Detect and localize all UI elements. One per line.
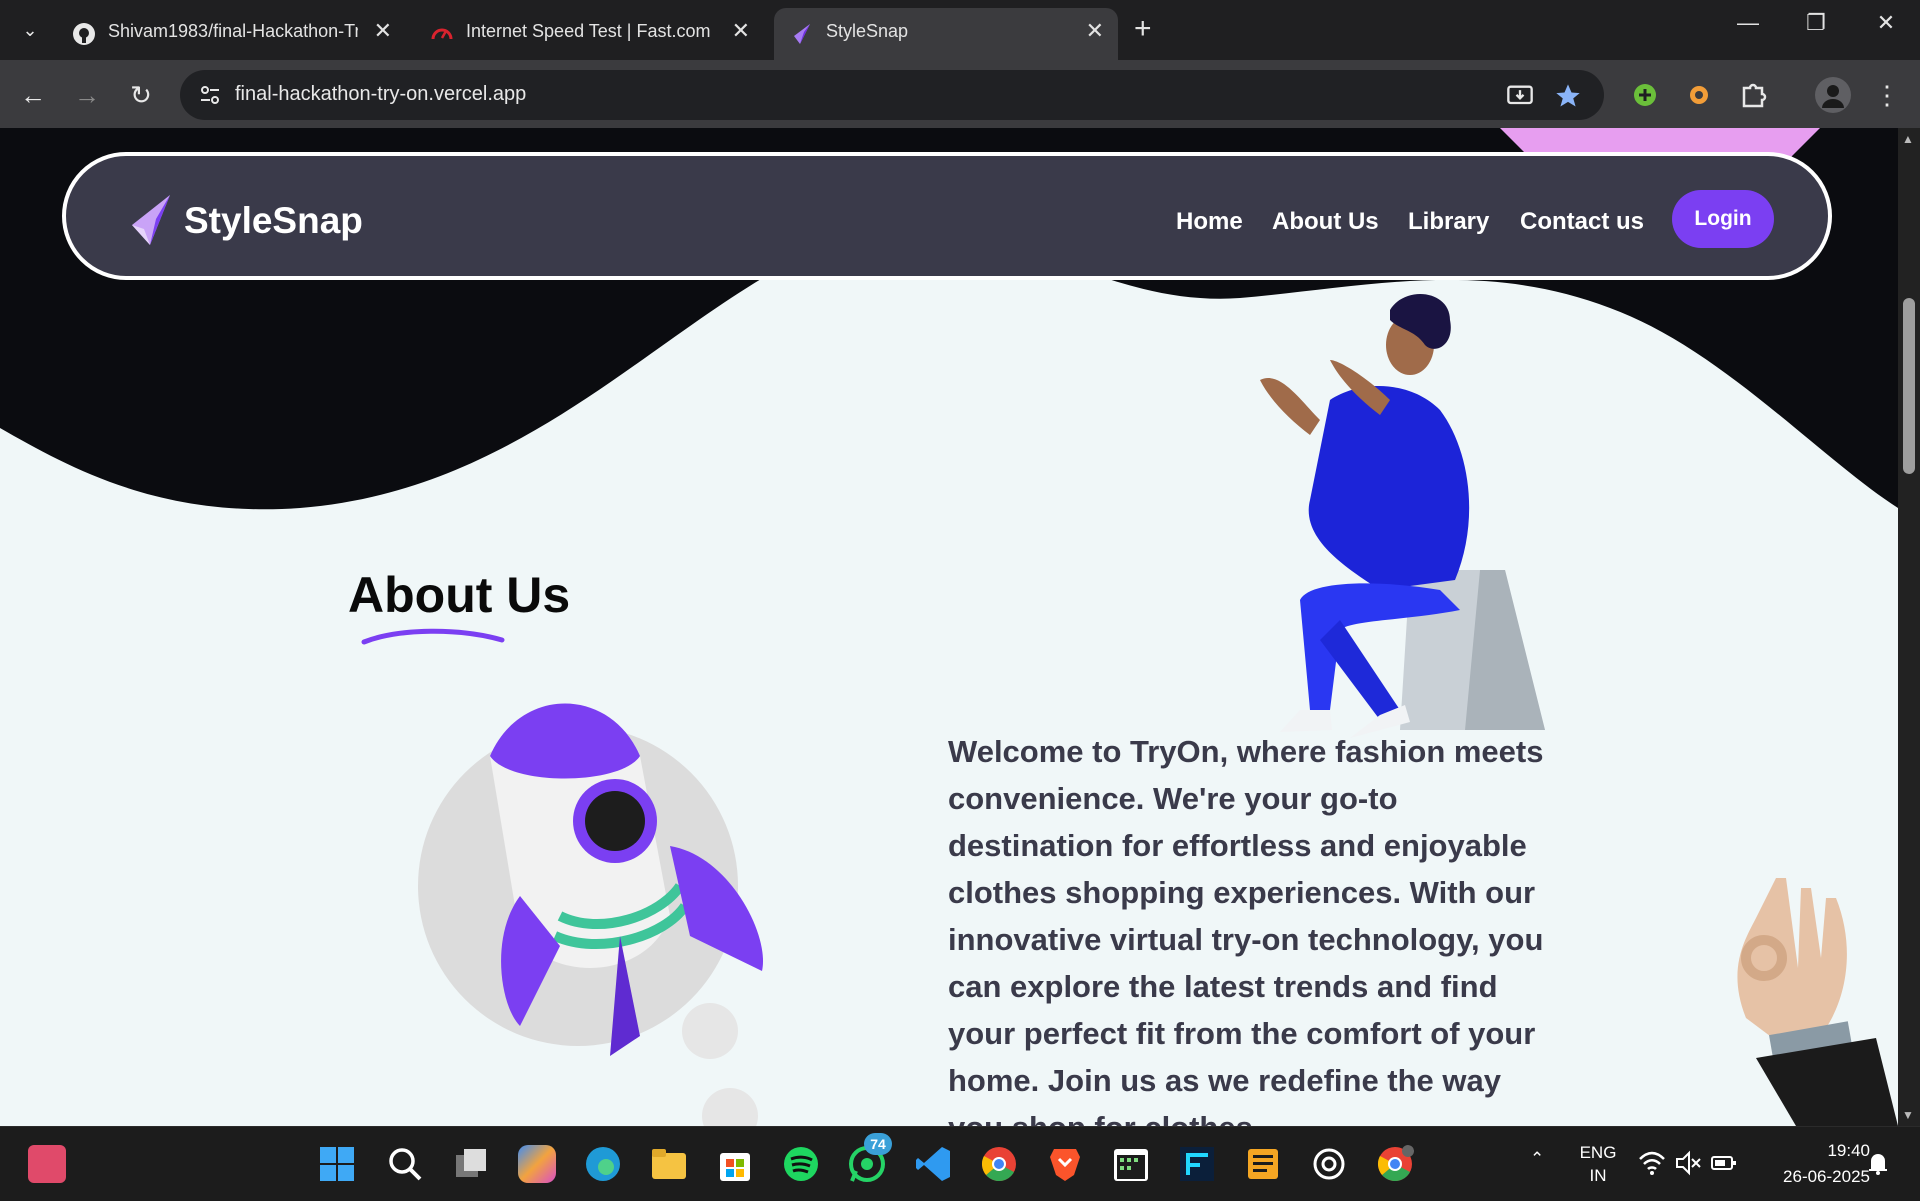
volume-muted-icon[interactable] <box>1674 1149 1702 1177</box>
close-tab-icon[interactable]: ✕ <box>374 18 392 44</box>
notifications-bell-icon[interactable] <box>1864 1149 1892 1177</box>
tab-stylesnap[interactable]: StyleSnap ✕ <box>774 8 1118 60</box>
close-tab-icon[interactable]: ✕ <box>1086 18 1104 44</box>
scrollbar-thumb[interactable] <box>1903 298 1915 474</box>
terminal-calendar-icon[interactable] <box>1112 1145 1150 1183</box>
show-hidden-icons-chevron-icon[interactable]: ⌃ <box>1530 1149 1544 1169</box>
close-tab-icon[interactable]: ✕ <box>732 18 750 44</box>
back-arrow-icon[interactable]: ← <box>16 78 50 112</box>
clock-time[interactable]: 19:40 <box>1790 1141 1870 1161</box>
extensions-puzzle-icon[interactable] <box>1736 78 1770 112</box>
login-button[interactable]: Login <box>1672 190 1774 248</box>
page-viewport: StyleSnap Home About Us Library Contact … <box>0 128 1898 1126</box>
close-window-icon[interactable]: ✕ <box>1866 10 1906 36</box>
chatgpt-icon[interactable] <box>1310 1145 1348 1183</box>
minimize-icon[interactable]: — <box>1728 10 1768 36</box>
extension-green-plus-icon[interactable] <box>1628 78 1662 112</box>
tab-search-chevron-icon[interactable]: ⌄ <box>14 14 46 46</box>
site-navbar: StyleSnap Home About Us Library Contact … <box>62 152 1832 280</box>
tab-github[interactable]: Shivam1983/final-Hackathon-Tr ✕ <box>56 8 406 60</box>
tab-strip: ⌄ Shivam1983/final-Hackathon-Tr ✕ Intern… <box>0 0 1920 60</box>
nav-about-link[interactable]: About Us <box>1272 208 1379 236</box>
about-heading: About Us <box>348 567 571 623</box>
bookmark-star-icon[interactable] <box>1554 82 1582 110</box>
language-indicator-line1[interactable]: ENG <box>1578 1143 1618 1163</box>
install-app-icon[interactable] <box>1506 82 1534 110</box>
speedometer-icon <box>431 28 453 40</box>
nav-home-link[interactable]: Home <box>1176 208 1243 236</box>
scroll-down-arrow-icon[interactable]: ▼ <box>1902 1108 1914 1122</box>
wifi-icon[interactable] <box>1638 1149 1666 1177</box>
ok-hand-illustration <box>1737 878 1898 1126</box>
copilot-icon[interactable] <box>518 1145 556 1183</box>
clock-date[interactable]: 26-06-2025 <box>1756 1167 1870 1187</box>
restore-icon[interactable]: ❐ <box>1796 10 1836 36</box>
extension-gear-icon[interactable] <box>1682 78 1716 112</box>
nav-library-link[interactable]: Library <box>1408 208 1489 236</box>
vscode-icon[interactable] <box>914 1145 952 1183</box>
sublime-notes-icon[interactable] <box>1244 1145 1282 1183</box>
scroll-up-arrow-icon[interactable]: ▲ <box>1902 132 1914 146</box>
nav-contact-link[interactable]: Contact us <box>1520 208 1644 236</box>
url-text[interactable]: final-hackathon-try-on.vercel.app <box>235 83 526 106</box>
forward-arrow-icon[interactable]: → <box>70 78 104 112</box>
about-description: Welcome to TryOn, where fashion meets co… <box>948 734 1544 1126</box>
browser-menu-kebab-icon[interactable]: ⋮ <box>1870 78 1904 112</box>
new-tab-plus-icon[interactable]: + <box>1134 12 1152 46</box>
chrome-profile-icon[interactable] <box>1376 1145 1414 1183</box>
heading-underline <box>361 628 505 645</box>
profile-avatar[interactable] <box>1814 76 1852 114</box>
tab-fast[interactable]: Internet Speed Test | Fast.com ✕ <box>414 8 764 60</box>
windows-start-icon[interactable] <box>318 1145 356 1183</box>
github-icon <box>73 23 95 45</box>
task-view-icon[interactable] <box>452 1145 490 1183</box>
stylesnap-logo-icon <box>794 24 810 44</box>
page-scrollbar[interactable]: ▲ ▼ <box>1898 128 1920 1126</box>
edge-browser-icon[interactable] <box>584 1145 622 1183</box>
rocket-illustration <box>418 703 764 1126</box>
spotify-icon[interactable] <box>782 1145 820 1183</box>
stylesnap-logo-icon[interactable] <box>128 193 174 247</box>
windows-taskbar: 74 ⌃ ENG IN 19:40 26-06-2025 <box>0 1126 1920 1201</box>
tab-title: Internet Speed Test | Fast.com <box>466 21 711 41</box>
file-explorer-icon[interactable] <box>650 1145 688 1183</box>
microsoft-store-icon[interactable] <box>716 1145 754 1183</box>
brand-name[interactable]: StyleSnap <box>184 200 363 242</box>
tab-title: StyleSnap <box>826 21 909 41</box>
site-info-tune-icon[interactable] <box>198 83 222 107</box>
reload-icon[interactable]: ↻ <box>124 78 158 112</box>
battery-icon[interactable] <box>1710 1149 1738 1177</box>
search-icon[interactable] <box>386 1145 424 1183</box>
jetbrains-ide-icon[interactable] <box>1178 1145 1216 1183</box>
address-bar[interactable]: final-hackathon-try-on.vercel.app <box>180 70 1604 120</box>
whatsapp-notification-badge: 74 <box>864 1133 892 1155</box>
language-indicator-line2[interactable]: IN <box>1578 1166 1618 1186</box>
widgets-icon[interactable] <box>28 1145 66 1183</box>
chrome-icon[interactable] <box>980 1145 1018 1183</box>
tab-title: Shivam1983/final-Hackathon-Tr <box>108 21 358 41</box>
brave-browser-icon[interactable] <box>1046 1145 1084 1183</box>
